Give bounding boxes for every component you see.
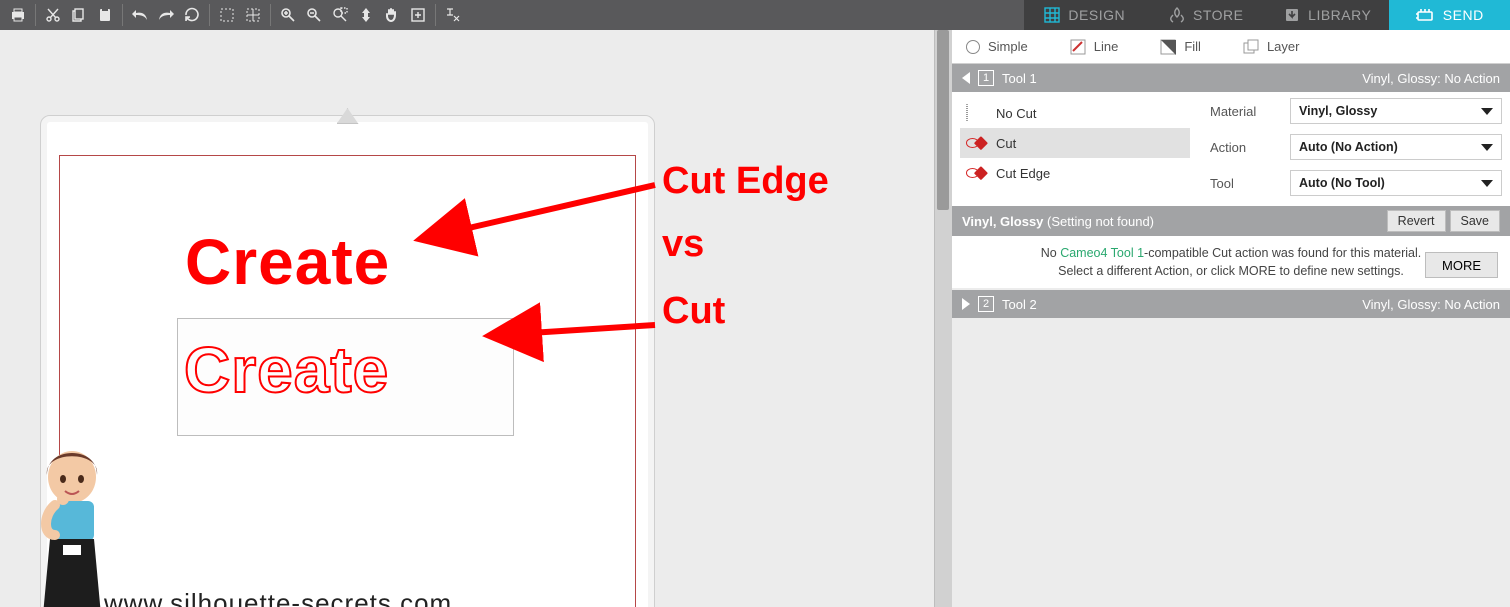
material-value: Vinyl, Glossy <box>1299 104 1377 118</box>
option-no-cut[interactable]: No Cut <box>960 98 1190 128</box>
action-label: Action <box>1210 140 1280 155</box>
msg-link[interactable]: Cameo4 Tool 1 <box>1060 246 1144 260</box>
tool1-number: 1 <box>978 70 994 86</box>
text-create-filled[interactable]: Create <box>185 225 390 299</box>
save-button[interactable]: Save <box>1450 210 1501 232</box>
canvas-scrollbar[interactable] <box>934 30 952 607</box>
mascot-icon <box>25 445 120 607</box>
subtab-simple[interactable]: Simple <box>966 39 1028 54</box>
circle-icon <box>966 40 980 54</box>
tool-label: Tool <box>1210 176 1280 191</box>
tool2-subtitle: Vinyl, Glossy: No Action <box>1362 297 1500 312</box>
send-panel: Simple Line Fill Layer 1 Tool 1 Vinyl, G… <box>952 30 1510 607</box>
tool-dropdown[interactable]: Auto (No Tool) <box>1290 170 1502 196</box>
tab-send-label: SEND <box>1443 7 1484 23</box>
subtab-line[interactable]: Line <box>1070 39 1119 55</box>
option-no-cut-label: No Cut <box>996 106 1036 121</box>
warning-message: No Cameo4 Tool 1-compatible Cut action w… <box>952 236 1510 288</box>
subtab-line-label: Line <box>1094 39 1119 54</box>
zoom-region-icon[interactable] <box>328 3 352 27</box>
send-subtabs: Simple Line Fill Layer <box>952 30 1510 64</box>
collapse-left-icon <box>962 72 970 84</box>
tab-store[interactable]: STORE <box>1146 0 1268 30</box>
cut-options: No Cut Cut Cut Edge <box>960 98 1190 196</box>
tab-design-label: DESIGN <box>1068 7 1125 23</box>
more-button[interactable]: MORE <box>1425 252 1498 278</box>
refresh-icon[interactable] <box>180 3 204 27</box>
zoom-out-icon[interactable] <box>302 3 326 27</box>
print-icon[interactable] <box>6 3 30 27</box>
material-label: Material <box>1210 104 1280 119</box>
chevron-down-icon <box>1481 144 1493 151</box>
cut-icon <box>966 135 986 151</box>
tool1-body: No Cut Cut Cut Edge Material Vinyl, Glos… <box>952 92 1510 206</box>
canvas-area[interactable]: Create Create Cut Edge vs Cut www.silhou… <box>0 30 934 607</box>
nav-tabs: DESIGN STORE LIBRARY SEND <box>1024 0 1510 30</box>
settings-bar: Vinyl, Glossy (Setting not found) Revert… <box>952 206 1510 236</box>
tab-send[interactable]: SEND <box>1389 0 1510 30</box>
tool1-header[interactable]: 1 Tool 1 Vinyl, Glossy: No Action <box>952 64 1510 92</box>
revert-button[interactable]: Revert <box>1387 210 1446 232</box>
expand-right-icon <box>962 298 970 310</box>
settings-status: (Setting not found) <box>1047 214 1154 229</box>
fill-icon <box>1160 39 1176 55</box>
tab-library[interactable]: LIBRARY <box>1267 0 1389 30</box>
cut-edge-icon <box>966 165 986 181</box>
text-direction-icon[interactable] <box>441 3 465 27</box>
pan-icon[interactable] <box>380 3 404 27</box>
msg-1b: -compatible Cut action was found for thi… <box>1144 246 1421 260</box>
subtab-fill[interactable]: Fill <box>1160 39 1201 55</box>
paste-icon[interactable] <box>93 3 117 27</box>
line-icon <box>1070 39 1086 55</box>
text-create-outline-box[interactable]: Create <box>177 318 514 436</box>
msg-2: Select a different Action, or click MORE… <box>968 264 1494 278</box>
text-create-outline: Create <box>184 333 389 407</box>
zoom-fit-icon[interactable] <box>354 3 378 27</box>
annotation-cut: Cut <box>662 290 725 333</box>
main: Create Create Cut Edge vs Cut www.silhou… <box>0 30 1510 607</box>
tool2-title: Tool 2 <box>1002 297 1037 312</box>
tool1-properties: Material Vinyl, Glossy Action Auto (No A… <box>1210 98 1502 196</box>
toolbar <box>0 0 1024 30</box>
subtab-simple-label: Simple <box>988 39 1028 54</box>
material-dropdown[interactable]: Vinyl, Glossy <box>1290 98 1502 124</box>
option-cut-edge-label: Cut Edge <box>996 166 1050 181</box>
undo-icon[interactable] <box>128 3 152 27</box>
tool2-header[interactable]: 2 Tool 2 Vinyl, Glossy: No Action <box>952 290 1510 318</box>
fit-icon[interactable] <box>406 3 430 27</box>
option-cut[interactable]: Cut <box>960 128 1190 158</box>
select-lasso-icon[interactable] <box>241 3 265 27</box>
tab-store-label: STORE <box>1193 7 1243 23</box>
redo-icon[interactable] <box>154 3 178 27</box>
action-dropdown[interactable]: Auto (No Action) <box>1290 134 1502 160</box>
annotation-vs: vs <box>662 223 704 266</box>
zoom-in-icon[interactable] <box>276 3 300 27</box>
option-cut-edge[interactable]: Cut Edge <box>960 158 1190 188</box>
tool1-title: Tool 1 <box>1002 71 1037 86</box>
tool-value: Auto (No Tool) <box>1299 176 1385 190</box>
tab-library-label: LIBRARY <box>1308 7 1371 23</box>
layer-icon <box>1243 39 1259 55</box>
tab-design[interactable]: DESIGN <box>1024 0 1146 30</box>
cut-icon[interactable] <box>41 3 65 27</box>
no-cut-icon <box>966 105 986 121</box>
chevron-down-icon <box>1481 108 1493 115</box>
tool2-number: 2 <box>978 296 994 312</box>
watermark: www.silhouette-secrets.com <box>104 588 452 607</box>
tool1-subtitle: Vinyl, Glossy: No Action <box>1362 71 1500 86</box>
settings-material: Vinyl, Glossy <box>962 214 1043 229</box>
subtab-layer-label: Layer <box>1267 39 1300 54</box>
msg-1a: No <box>1041 246 1060 260</box>
copy-icon[interactable] <box>67 3 91 27</box>
select-rect-icon[interactable] <box>215 3 239 27</box>
annotation-cut-edge: Cut Edge <box>662 160 829 203</box>
chevron-down-icon <box>1481 180 1493 187</box>
option-cut-label: Cut <box>996 136 1016 151</box>
subtab-layer[interactable]: Layer <box>1243 39 1300 55</box>
subtab-fill-label: Fill <box>1184 39 1201 54</box>
action-value: Auto (No Action) <box>1299 140 1398 154</box>
top-bar: DESIGN STORE LIBRARY SEND <box>0 0 1510 30</box>
